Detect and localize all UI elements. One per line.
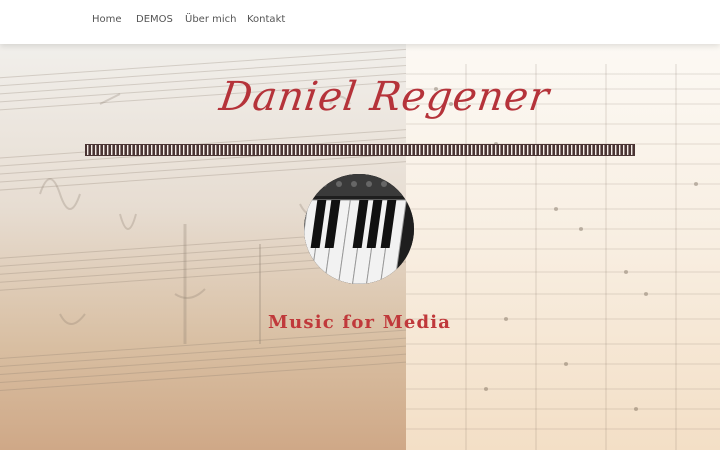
site-tagline: Music for Media [268, 312, 452, 333]
nav-item-home[interactable]: Home [92, 14, 122, 25]
nav-item-demos[interactable]: DEMOS [136, 14, 173, 25]
piano-keys-divider [85, 144, 635, 156]
nav-item-about[interactable]: Über mich [185, 14, 236, 25]
page: Home DEMOS Über mich Kontakt Daniel Rege… [0, 0, 720, 450]
hero-section: Daniel Regener Music for Media [0, 44, 720, 450]
piano-keyboard-photo [304, 174, 414, 284]
top-navigation: Home DEMOS Über mich Kontakt [0, 0, 720, 44]
nav-item-contact[interactable]: Kontakt [247, 14, 285, 25]
site-title: Daniel Regener [216, 74, 553, 120]
